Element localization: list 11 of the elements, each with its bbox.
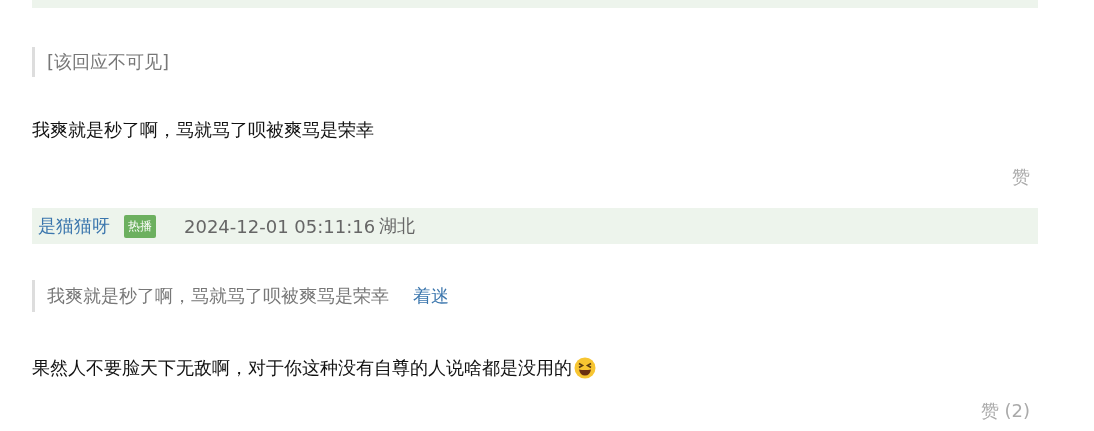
author-link[interactable]: 是猫猫呀 [38,214,110,238]
comment-text: 果然人不要脸天下无敌啊，对于你这种没有自尊的人说啥都是没用的 [32,356,572,380]
comment-text: 我爽就是秒了啊，骂就骂了呗被爽骂是荣幸 [32,118,374,142]
badge: 热播 [124,214,156,238]
like-link[interactable]: 赞 (2) [980,399,1038,423]
quote-author-link[interactable]: 着迷 [413,284,449,308]
quote-text: 我爽就是秒了啊，骂就骂了呗被爽骂是荣幸 [47,284,389,308]
quote-text: [该回应不可见] [47,50,170,74]
like-link[interactable]: 赞 [1012,165,1038,189]
comment-location: 湖北 [379,214,416,238]
comment-datetime: 2024-12-01 05:11:16 [184,215,376,237]
